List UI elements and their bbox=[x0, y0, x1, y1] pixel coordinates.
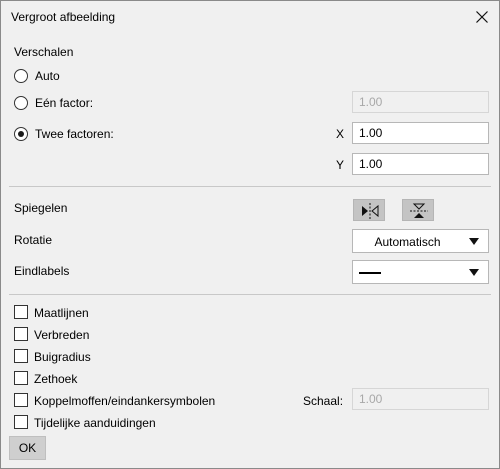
radio-auto-label[interactable]: Auto bbox=[35, 69, 60, 83]
close-button[interactable] bbox=[471, 6, 493, 28]
scale-section-label: Verschalen bbox=[14, 45, 74, 59]
checkbox-tijdelijke-aanduidingen-label[interactable]: Tijdelijke aanduidingen bbox=[34, 416, 156, 430]
dialog-title: Vergroot afbeelding bbox=[11, 10, 116, 24]
line-style-sample bbox=[359, 272, 381, 274]
checkbox-zethoek[interactable] bbox=[14, 371, 28, 385]
checkbox-koppelmoffen[interactable] bbox=[14, 393, 28, 407]
separator bbox=[9, 186, 491, 187]
radio-two-factors-label[interactable]: Twee factoren: bbox=[35, 127, 114, 141]
rotation-selected-value: Automatisch bbox=[374, 235, 441, 249]
separator bbox=[9, 294, 491, 295]
x-factor-input[interactable]: 1.00 bbox=[352, 122, 489, 144]
mirror-vertical-button[interactable] bbox=[402, 199, 434, 221]
checkbox-buigradius[interactable] bbox=[14, 349, 28, 363]
radio-single-factor[interactable] bbox=[14, 96, 28, 110]
x-factor-label: X bbox=[336, 127, 345, 141]
checkbox-verbreden[interactable] bbox=[14, 327, 28, 341]
end-labels-label: Eindlabels bbox=[14, 264, 70, 278]
coupler-scale-input: 1.00 bbox=[352, 388, 489, 410]
radio-auto[interactable] bbox=[14, 69, 28, 83]
checkbox-verbreden-label[interactable]: Verbreden bbox=[34, 328, 89, 342]
y-factor-input[interactable]: 1.00 bbox=[352, 153, 489, 175]
close-icon bbox=[476, 11, 488, 23]
mirror-label: Spiegelen bbox=[14, 201, 68, 215]
radio-two-factors[interactable] bbox=[14, 127, 28, 141]
y-factor-label: Y bbox=[336, 158, 345, 172]
radio-single-factor-label[interactable]: Eén factor: bbox=[35, 96, 93, 110]
mirror-horizontal-button[interactable] bbox=[353, 199, 385, 221]
checkbox-tijdelijke-aanduidingen[interactable] bbox=[14, 415, 28, 429]
coupler-scale-label: Schaal: bbox=[303, 394, 344, 408]
mirror-vertical-icon bbox=[410, 203, 428, 218]
checkbox-koppelmoffen-label[interactable]: Koppelmoffen/eindankersymbolen bbox=[34, 394, 215, 408]
dropdown-arrow-icon bbox=[469, 238, 479, 245]
title-bar: Vergroot afbeelding bbox=[1, 1, 499, 33]
rotation-select[interactable]: Automatisch bbox=[352, 229, 489, 253]
end-labels-select[interactable] bbox=[352, 260, 489, 284]
dialog-window: Vergroot afbeelding Verschalen Auto Eén … bbox=[0, 0, 500, 469]
ok-button[interactable]: OK bbox=[9, 436, 46, 460]
rotation-label: Rotatie bbox=[14, 233, 53, 247]
single-factor-input: 1.00 bbox=[352, 91, 489, 113]
checkbox-maatlijnen-label[interactable]: Maatlijnen bbox=[34, 306, 89, 320]
checkbox-zethoek-label[interactable]: Zethoek bbox=[34, 372, 77, 386]
checkbox-maatlijnen[interactable] bbox=[14, 305, 28, 319]
checkbox-buigradius-label[interactable]: Buigradius bbox=[34, 350, 91, 364]
dropdown-arrow-icon bbox=[469, 269, 479, 276]
mirror-horizontal-icon bbox=[362, 203, 379, 219]
